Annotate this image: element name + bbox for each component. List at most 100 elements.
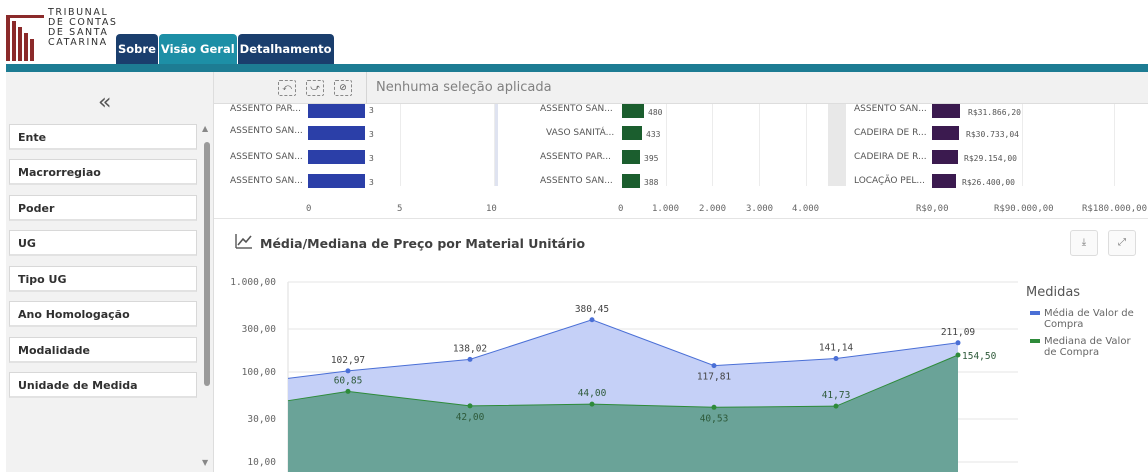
clear-selections-icon[interactable]: ⊘ (334, 80, 352, 96)
y-tick-label: 30,00 (247, 414, 276, 425)
logo-line-4: CATARINA (48, 37, 108, 48)
logo-bars-icon (6, 15, 44, 61)
legend-item-mediana[interactable]: Mediana de Valor de Compra (1030, 336, 1146, 358)
line-chart-title: Média/Mediana de Preço por Material Unit… (260, 236, 586, 251)
gridline (1022, 104, 1023, 186)
gridline (806, 104, 807, 186)
mediana-line (287, 354, 959, 408)
media-value-label: 102,97 (331, 355, 365, 366)
media-value-label: 141,14 (819, 343, 854, 354)
chart2-tick: 4.000 (792, 204, 820, 214)
chart2-row-label: ASSENTO SAN... (540, 176, 613, 186)
gridline (666, 104, 667, 186)
collapse-panel-icon[interactable]: « (98, 90, 111, 115)
chart3-tick: R$180.000,00 (1082, 204, 1148, 214)
mediana-point (467, 403, 473, 409)
chart2-row-label: VASO SANITÁ... (546, 128, 615, 138)
chart2-bar-value: 480 (648, 108, 663, 117)
tab-detalhamento[interactable]: Detalhamento (237, 34, 334, 64)
chart1-bar-value: 3 (369, 130, 374, 139)
chart3-tick: R$0,00 (916, 204, 949, 214)
chart2-bar-value: 433 (646, 130, 661, 139)
y-tick-label: 100,00 (242, 367, 277, 378)
chart1-bar-value: 3 (369, 106, 374, 115)
chart3-bar-value: R$29.154,00 (964, 154, 1017, 163)
line-chart-icon (235, 234, 252, 249)
chart2-bar[interactable] (622, 150, 640, 164)
chart3-bar[interactable] (932, 174, 956, 188)
chart1-tick: 5 (397, 204, 403, 214)
chart2-bar[interactable] (622, 174, 640, 188)
tab-bar: Sobre Visão Geral Detalhamento (116, 34, 335, 64)
filter-modalidade[interactable]: Modalidade (9, 337, 197, 363)
gridline (712, 104, 713, 186)
media-point (467, 356, 473, 362)
media-value-label: 380,45 (575, 304, 609, 315)
chart2-bar[interactable] (622, 104, 644, 118)
chart1-tick: 0 (306, 204, 312, 214)
chart2-row-label: ASSENTO PAR... (540, 152, 611, 162)
header-divider (6, 64, 1148, 72)
selection-toolbar: ⤺ ⤻ ⊘ Nenhuma seleção aplicada (214, 72, 1148, 104)
media-point (711, 363, 717, 369)
y-tick-label: 1.000,00 (230, 277, 276, 288)
media-value-label: 211,09 (941, 327, 976, 338)
selections-forward-icon[interactable]: ⤻ (306, 80, 324, 96)
filter-ug[interactable]: UG (9, 230, 197, 256)
mediana-point (589, 401, 595, 407)
mediana-value-label: 40,53 (700, 413, 729, 424)
filter-unidade-medida[interactable]: Unidade de Medida (9, 372, 197, 398)
media-point (345, 368, 351, 374)
scroll-up-icon[interactable]: ▲ (202, 124, 208, 133)
legend-item-media[interactable]: Média de Valor de Compra (1030, 308, 1146, 330)
chart3-bar-value: R$26.400,00 (962, 178, 1015, 187)
tab-sobre[interactable]: Sobre (116, 34, 158, 64)
chart3-row-label: CADEIRA DE R... (854, 128, 927, 138)
media-value-label: 117,81 (697, 372, 732, 383)
chart3-bar[interactable] (932, 104, 960, 118)
chart1-tick: 10 (486, 204, 497, 214)
mediana-area (288, 354, 958, 472)
scroll-down-icon[interactable]: ▼ (202, 458, 208, 467)
chart3-bar-value: R$31.866,20 (968, 108, 1021, 117)
chart2-gridblock (528, 104, 628, 186)
logo-text: TRIBUNAL DE CONTAS DE SANTA CATARINA (48, 8, 118, 48)
filter-ano-homologacao[interactable]: Ano Homologação (9, 301, 197, 327)
filter-scrollbar[interactable] (204, 142, 210, 386)
y-tick-label: 10,00 (247, 457, 276, 468)
selections-back-icon[interactable]: ⤺ (278, 80, 296, 96)
media-point (955, 340, 961, 346)
top-bar-charts: ASSENTO PAR... 3 ASSENTO SAN... 3 ASSENT… (214, 104, 1148, 218)
download-icon[interactable]: ⤓ (1070, 230, 1098, 256)
y-tick-label: 300,00 (242, 324, 277, 335)
tab-visao-geral[interactable]: Visão Geral (158, 34, 237, 64)
filter-macrorregiao[interactable]: Macrorregiao (9, 159, 197, 185)
chart3-bar[interactable] (932, 150, 958, 164)
chart1-bar[interactable] (308, 150, 365, 164)
chart2-tick: 3.000 (746, 204, 774, 214)
legend-swatch (1030, 339, 1040, 343)
filter-ente[interactable]: Ente (9, 124, 197, 150)
filter-poder[interactable]: Poder (9, 195, 197, 221)
chart1-bar[interactable] (308, 126, 365, 140)
chart2-tick: 1.000 (652, 204, 680, 214)
mediana-value-label: 154,50 (962, 351, 997, 362)
chart1-bar[interactable] (308, 174, 365, 188)
mediana-value-label: 60,85 (334, 375, 363, 386)
chart1-row-label: ASSENTO SAN... (230, 126, 303, 136)
gridline (759, 104, 760, 186)
chart2-bar[interactable] (622, 126, 642, 140)
mediana-point (711, 404, 717, 410)
mediana-point (955, 352, 961, 358)
fullscreen-icon[interactable]: ⤢ (1108, 230, 1136, 256)
filter-panel: « Ente Macrorregiao Poder UG Tipo UG Ano… (6, 72, 214, 472)
chart1-bar-value: 3 (369, 154, 374, 163)
chart1-bar[interactable] (308, 104, 365, 118)
chart1-bar-value: 3 (369, 178, 374, 187)
chart3-bar[interactable] (932, 126, 959, 140)
filter-tipo-ug[interactable]: Tipo UG (9, 266, 197, 292)
media-point (833, 356, 839, 362)
chart2-tick: 2.000 (699, 204, 727, 214)
panel-divider (214, 218, 1148, 219)
chart3-row-label: CADEIRA DE R... (854, 152, 927, 162)
